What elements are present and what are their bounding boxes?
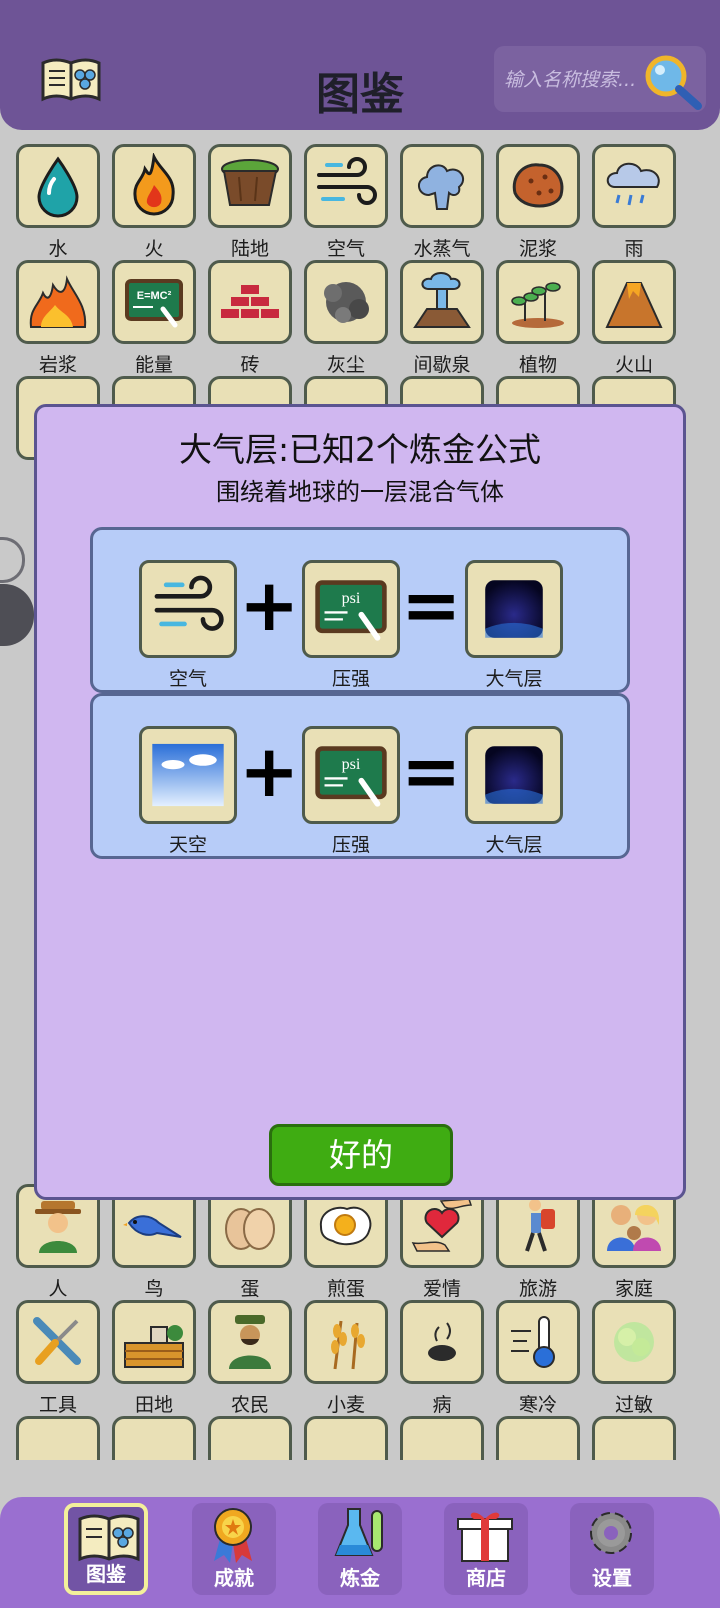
gear-icon [590, 1512, 632, 1554]
pressure-icon: psi [315, 580, 387, 641]
nav-item-alchemy[interactable]: 炼金 [318, 1503, 402, 1595]
equals-icon: = [401, 729, 462, 813]
gift-icon [457, 1512, 513, 1562]
nav-item-achievements[interactable]: 成就 [192, 1503, 276, 1595]
recipe-result[interactable] [465, 560, 563, 658]
pressure-icon: psi [315, 746, 387, 807]
recipe-ingredient-b[interactable]: psi [302, 726, 400, 824]
equals-icon: = [401, 563, 462, 647]
flask-icon [334, 1508, 383, 1556]
nav-label: 设置 [592, 1566, 632, 1590]
recipe-result[interactable] [465, 726, 563, 824]
recipe-ingredient-a[interactable] [139, 560, 237, 658]
recipe-modal: 大气层:已知2个炼金公式 围绕着地球的一层混合气体 空气 + psi 压强 = … [34, 404, 686, 1200]
nav-item-settings[interactable]: 设置 [570, 1503, 654, 1595]
recipe-ingredient-a-label: 天空 [168, 834, 207, 856]
nav-label: 成就 [214, 1566, 254, 1590]
recipe-ingredient-b-label: 压强 [331, 834, 370, 856]
recipe-ingredient-a-label: 空气 [168, 668, 207, 690]
bottom-nav: 图鉴 成就 炼金 商店 设置 [0, 1497, 720, 1608]
nav-label: 商店 [466, 1566, 506, 1590]
recipe-ingredient-a[interactable] [139, 726, 237, 824]
recipe-result-label: 大气层 [485, 834, 543, 856]
recipe-result-label: 大气层 [485, 668, 543, 690]
recipe-ingredient-b-label: 压强 [331, 668, 370, 690]
nav-item-shop[interactable]: 商店 [444, 1503, 528, 1595]
wind-icon [154, 575, 224, 631]
recipe-card: 天空 + psi 压强 = 大气层 [90, 693, 630, 859]
recipe-ingredient-b[interactable]: psi [302, 560, 400, 658]
svg-text:psi: psi [342, 590, 361, 607]
modal-title: 大气层:已知2个炼金公式 [178, 430, 542, 469]
nav-label: 图鉴 [86, 1562, 126, 1586]
medal-icon [214, 1508, 252, 1563]
nav-label: 炼金 [340, 1566, 380, 1590]
atmosphere-icon [485, 746, 543, 804]
sky-icon [152, 743, 224, 807]
ok-button[interactable]: 好的 [269, 1124, 453, 1186]
recipe-card: 空气 + psi 压强 = 大气层 [90, 527, 630, 693]
modal-overlay: 大气层:已知2个炼金公式 围绕着地球的一层混合气体 空气 + psi 压强 = … [0, 0, 720, 1608]
modal-subtitle: 围绕着地球的一层混合气体 [216, 478, 504, 506]
plus-icon: + [239, 729, 300, 813]
plus-icon: + [239, 563, 300, 647]
svg-text:psi: psi [342, 756, 361, 773]
atmosphere-icon [485, 580, 543, 638]
nav-item-handbook[interactable]: 图鉴 [64, 1503, 148, 1595]
